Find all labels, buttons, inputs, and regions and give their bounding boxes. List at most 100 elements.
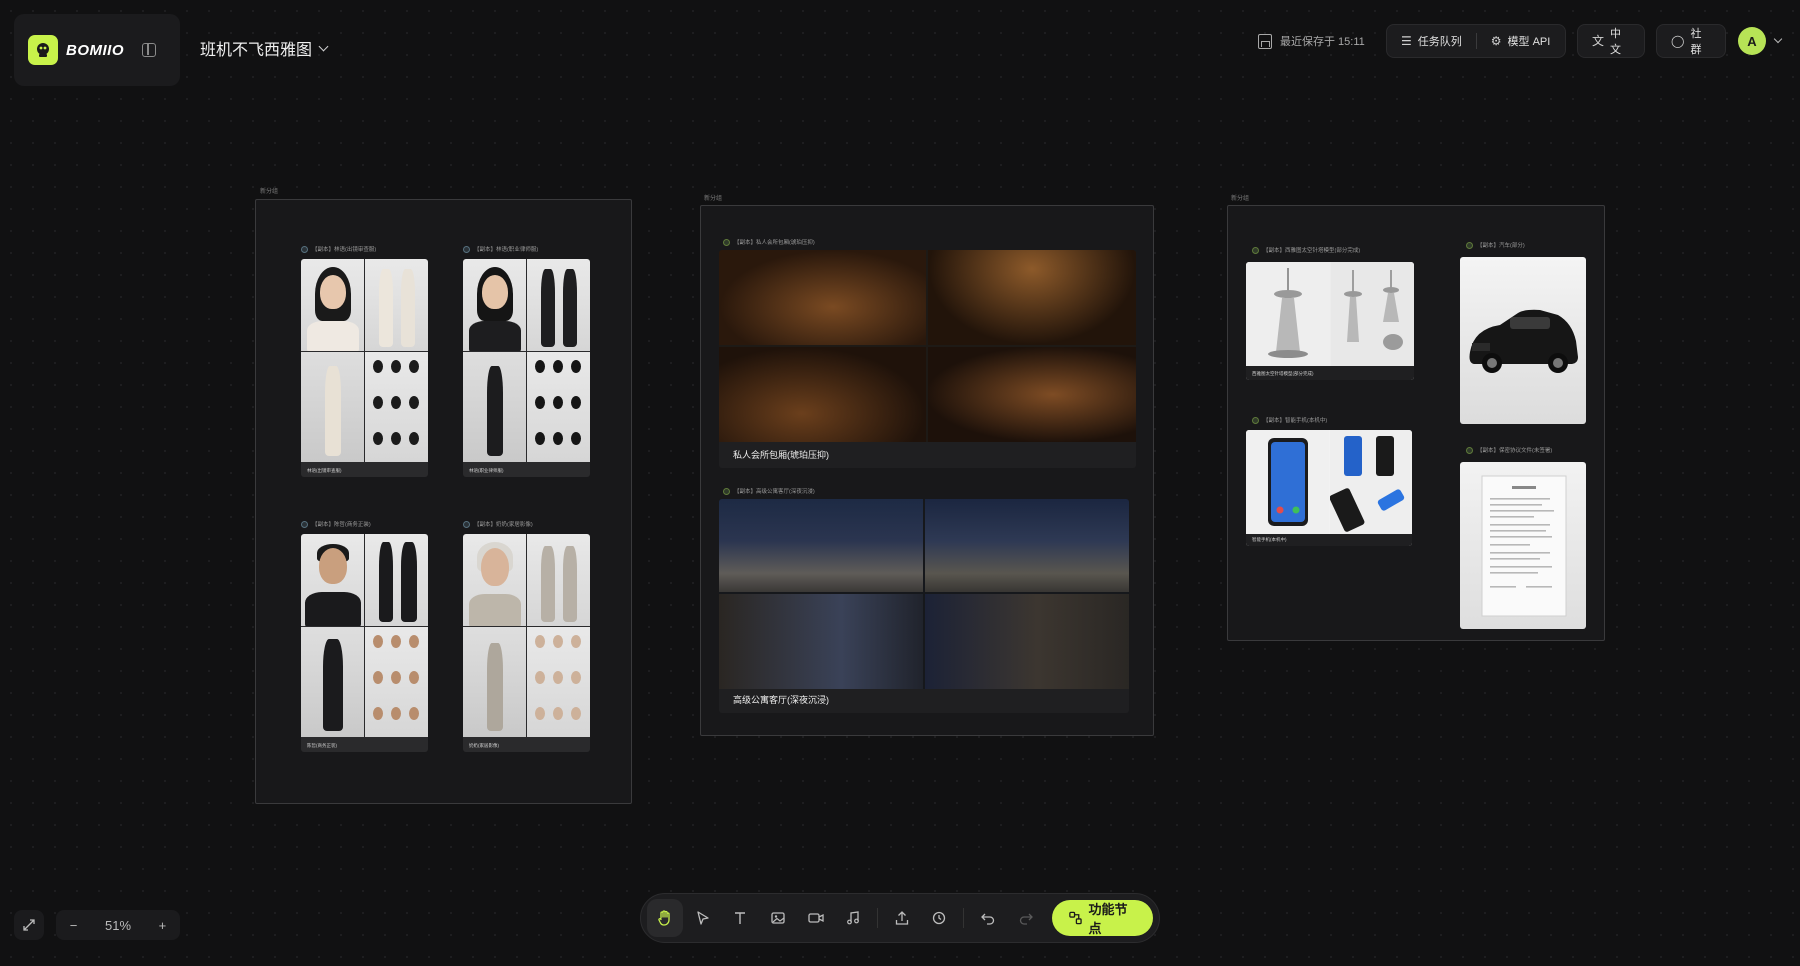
- community-button[interactable]: ◯ 社群: [1656, 24, 1726, 58]
- upload-icon: [895, 911, 908, 925]
- hand-icon: [658, 910, 670, 926]
- list-icon: ☰: [1401, 34, 1412, 48]
- node-title: 【副本】汽车(部分): [1466, 241, 1525, 249]
- character-group[interactable]: 【副本】林语(出镜审查服) 林语(出镜审查服) 【副本】林语(职业律师服) 林语…: [255, 199, 632, 804]
- expand-icon: [23, 919, 35, 931]
- node-title: 【副本】陈哲(商务正装): [301, 520, 371, 528]
- character-card[interactable]: 奶奶(家居影像): [463, 534, 590, 752]
- function-node-label: 功能节点: [1088, 902, 1128, 936]
- image-node-icon: [1252, 416, 1259, 424]
- node-title-text: 【副本】汽车(部分): [1477, 243, 1525, 249]
- character-node[interactable]: 【副本】林语(出镜审查服) 林语(出镜审查服): [301, 245, 431, 477]
- scene-card[interactable]: 高级公寓客厅(深夜沉浸): [719, 499, 1129, 713]
- model-api-button[interactable]: ⚙ 模型 API: [1477, 25, 1565, 57]
- prop-node[interactable]: 【副本】汽车(部分): [1460, 241, 1590, 424]
- save-status: 最近保存于 15:11: [1258, 32, 1365, 50]
- scene-node[interactable]: 【副本】高级公寓客厅(深夜沉浸) 高级公寓客厅(深夜沉浸): [719, 487, 1137, 717]
- prop-node[interactable]: 【副本】西雅图太空针塔模型(部分完成) 西雅图太空针塔模型(部分完成): [1246, 246, 1416, 386]
- translate-icon: 文: [1592, 34, 1605, 48]
- community-button-inner[interactable]: ◯ 社群: [1657, 25, 1725, 57]
- task-queue-button[interactable]: ☰ 任务队列: [1387, 25, 1476, 57]
- prop-node[interactable]: 【副本】保密协议文件(未签署): [1460, 446, 1590, 629]
- prop-card[interactable]: [1460, 462, 1586, 629]
- community-label: 社群: [1690, 28, 1702, 56]
- prop-group[interactable]: 【副本】西雅图太空针塔模型(部分完成) 西雅图太空针塔模型(部分完成) 【副本】…: [1227, 205, 1605, 641]
- scene-group[interactable]: 【副本】私人会所包厢(琥珀压抑) 私人会所包厢(琥珀压抑) 【副本】高级公寓客厅…: [700, 205, 1154, 736]
- card-caption: 陈哲(商务正装): [307, 743, 337, 748]
- scene-frame: [928, 250, 1136, 345]
- scene-card[interactable]: 私人会所包厢(琥珀压抑): [719, 250, 1136, 468]
- audio-tool-button[interactable]: [835, 899, 871, 937]
- hand-tool-button[interactable]: [647, 899, 683, 937]
- image-tool-button[interactable]: [760, 899, 796, 937]
- node-title: 【副本】私人会所包厢(琥珀压抑): [723, 238, 815, 246]
- character-node[interactable]: 【副本】奶奶(家居影像) 奶奶(家居影像): [463, 520, 593, 752]
- image-node-icon: [1252, 246, 1259, 254]
- undo-button[interactable]: [970, 899, 1006, 937]
- user-icon: [463, 245, 470, 253]
- history-button[interactable]: [922, 899, 958, 937]
- character-card[interactable]: 林语(出镜审查服): [301, 259, 428, 477]
- zoom-controls: − 51% +: [14, 910, 180, 940]
- full-body-view: [527, 534, 590, 626]
- text-tool-button[interactable]: [722, 899, 758, 937]
- expression-grid: [527, 352, 590, 462]
- top-bar: BOMIIO 班机不飞西雅图 最近保存于 15:11 ☰ 任务队列 ⚙ 模型 A…: [0, 0, 1800, 90]
- pointer-icon: [696, 911, 709, 925]
- scene-node[interactable]: 【副本】私人会所包厢(琥珀压抑) 私人会所包厢(琥珀压抑): [719, 238, 1137, 468]
- sidebar-toggle-icon[interactable]: [142, 43, 156, 57]
- user-avatar[interactable]: A: [1738, 27, 1766, 55]
- group-label: 新分组: [1231, 196, 1250, 202]
- language-button[interactable]: 文 中文: [1577, 24, 1645, 58]
- video-tool-button[interactable]: [798, 899, 834, 937]
- user-icon: [301, 520, 308, 528]
- node-title-text: 【副本】私人会所包厢(琥珀压抑): [734, 240, 815, 246]
- project-title-dropdown[interactable]: 班机不飞西雅图: [200, 36, 329, 60]
- node-title-text: 【副本】林语(职业律师服): [474, 247, 539, 253]
- chevron-down-icon[interactable]: [1773, 34, 1783, 44]
- toolbar-divider: [963, 908, 965, 928]
- node-title: 【副本】智能手机(本机中): [1252, 416, 1327, 424]
- prop-card[interactable]: 西雅图太空针塔模型(部分完成): [1246, 262, 1414, 380]
- prop-view: [1246, 262, 1330, 366]
- function-node-button[interactable]: 功能节点: [1051, 900, 1154, 936]
- save-icon: [1258, 33, 1272, 49]
- standing-view: [301, 627, 364, 737]
- zoom-out-icon[interactable]: −: [70, 918, 78, 933]
- character-card[interactable]: 陈哲(商务正装): [301, 534, 428, 752]
- node-title: 【副本】保密协议文件(未签署): [1466, 446, 1552, 454]
- standing-view: [463, 627, 526, 737]
- logo-area: BOMIIO: [14, 14, 180, 86]
- node-title: 【副本】西雅图太空针塔模型(部分完成): [1252, 246, 1360, 254]
- standing-view: [301, 352, 364, 462]
- prop-card[interactable]: [1460, 257, 1586, 424]
- zoom-in-icon[interactable]: +: [159, 918, 167, 933]
- brand-logo-icon[interactable]: [28, 35, 58, 65]
- redo-icon: [1019, 913, 1033, 925]
- image-node-icon: [1466, 446, 1473, 454]
- character-card[interactable]: 林语(职业律师服): [463, 259, 590, 477]
- language-button-inner[interactable]: 文 中文: [1578, 25, 1644, 57]
- character-node[interactable]: 【副本】林语(职业律师服) 林语(职业律师服): [463, 245, 593, 477]
- select-tool-button[interactable]: [685, 899, 721, 937]
- prop-card[interactable]: 智能手机(本机中): [1246, 430, 1412, 546]
- portrait-closeup: [301, 259, 364, 351]
- redo-button[interactable]: [1008, 899, 1044, 937]
- scene-frame: [925, 594, 1129, 689]
- character-node[interactable]: 【副本】陈哲(商务正装) 陈哲(商务正装): [301, 520, 431, 752]
- brand-name: BOMIIO: [66, 41, 124, 59]
- portrait-closeup: [463, 534, 526, 626]
- prop-node[interactable]: 【副本】智能手机(本机中) 智能手机(本机中): [1246, 416, 1416, 546]
- chat-bubble-icon: ◯: [1671, 34, 1685, 48]
- fit-view-button[interactable]: [14, 910, 44, 940]
- node-title-text: 【副本】智能手机(本机中): [1263, 418, 1328, 424]
- card-caption: 私人会所包厢(琥珀压抑): [733, 450, 829, 460]
- portrait-closeup: [301, 534, 364, 626]
- card-caption: 林语(出镜审查服): [307, 468, 342, 473]
- prop-view: [1331, 262, 1414, 366]
- upload-button[interactable]: [884, 899, 920, 937]
- full-body-view: [527, 259, 590, 351]
- gear-icon: ⚙: [1490, 34, 1502, 48]
- node-title: 【副本】高级公寓客厅(深夜沉浸): [723, 487, 815, 495]
- node-title-text: 【副本】高级公寓客厅(深夜沉浸): [734, 489, 815, 495]
